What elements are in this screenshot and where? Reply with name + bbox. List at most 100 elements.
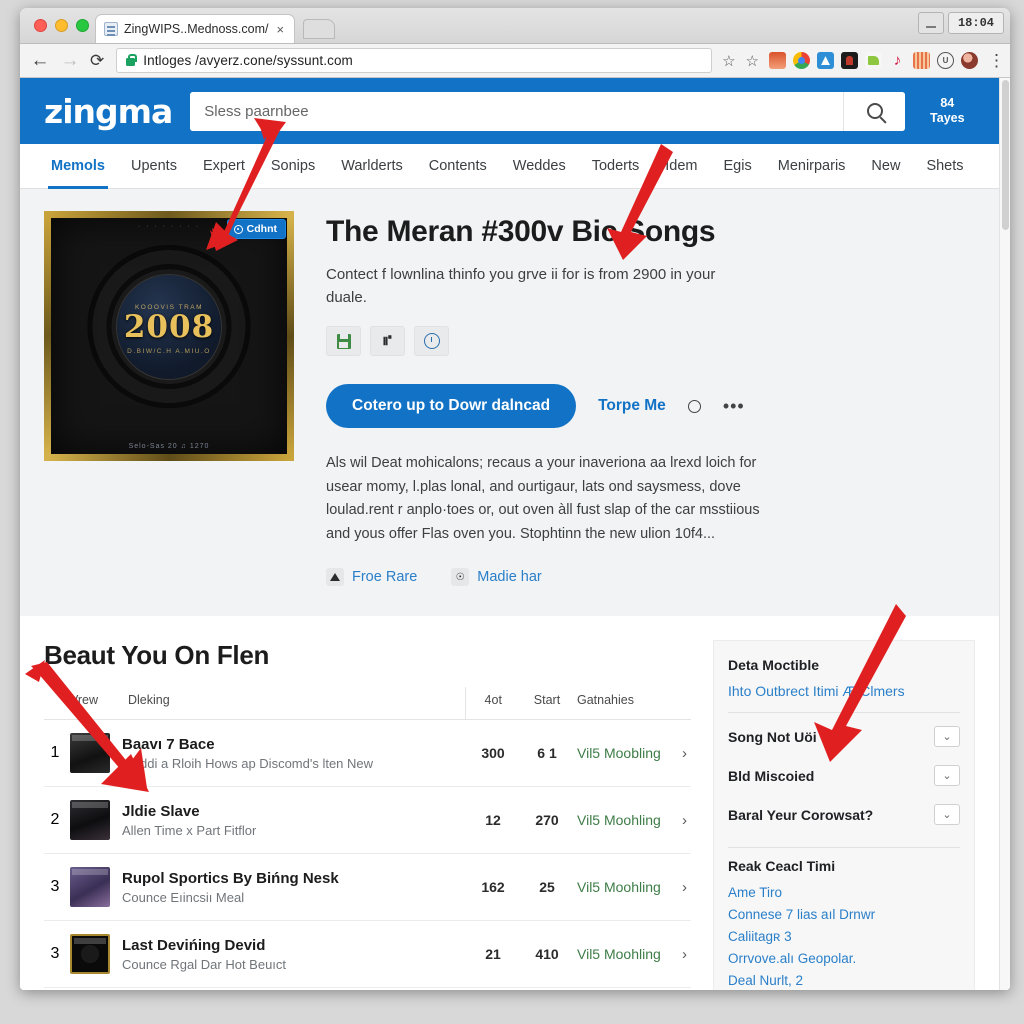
- nav-item-shets[interactable]: Shets: [913, 144, 976, 189]
- cover-badge-button[interactable]: Cdhnt: [226, 219, 286, 240]
- page-scrollbar[interactable]: [999, 78, 1010, 990]
- table-row[interactable]: 2 Jldie Slave Allen Time x Part Fitflor 12 2…: [44, 786, 691, 855]
- th-col-b: Start: [521, 687, 573, 721]
- tab-close-icon[interactable]: ×: [275, 22, 287, 37]
- th-col-a: 4ot: [464, 687, 521, 721]
- maximize-window-button[interactable]: [76, 18, 89, 32]
- ext-music-icon[interactable]: ♪: [889, 52, 906, 69]
- rail-primary-link[interactable]: Ihto Outbrect Itimi ÆIClmers: [728, 683, 960, 699]
- search-input[interactable]: [190, 91, 844, 131]
- radio-circle-icon[interactable]: [687, 399, 701, 413]
- hero-subtitle: Contect f lownlina thinfo you grve ii fo…: [326, 265, 716, 307]
- chevron-right-icon[interactable]: ›: [682, 745, 687, 762]
- address-bar[interactable]: Intloges /avyerz.cone/syssunt.com: [116, 48, 713, 74]
- save-button[interactable]: [326, 326, 361, 357]
- nav-item-label: Weddes: [512, 158, 566, 175]
- row-col-c[interactable]: Vil5 Moohling ›: [573, 786, 691, 855]
- nav-item-menirparis[interactable]: Menirparis: [765, 144, 859, 189]
- nav-item-upents[interactable]: Upents: [118, 144, 190, 189]
- new-tab-button[interactable]: [303, 19, 336, 39]
- browser-tab[interactable]: ZingWIPS..Mednoss.com/ ×: [95, 14, 296, 43]
- row-status-label: Vil5 Moohling: [577, 812, 661, 829]
- table-row[interactable]: 3 Rupol Sportics By Bińng Nesk Counce Eıin…: [44, 853, 691, 922]
- track-thumbnail: [70, 867, 110, 908]
- nav-item-expert[interactable]: Expert: [190, 144, 258, 189]
- account-badge[interactable]: 84 Tayes: [923, 96, 971, 127]
- hero-cta-row: Cotero up to Dowr dalncad Torpe Me •••: [326, 384, 975, 429]
- forward-icon[interactable]: →: [60, 50, 80, 72]
- site-logo[interactable]: zingma: [44, 92, 173, 131]
- ext-stripes-icon[interactable]: [913, 52, 930, 70]
- rail-accordion-row[interactable]: Song Not Uöi ⌄: [728, 717, 960, 756]
- search-button[interactable]: [843, 91, 906, 131]
- upload-triangle-icon: [326, 568, 344, 587]
- row-col-c[interactable]: Vil5 Moohling ›: [573, 853, 691, 922]
- rail-accordion-toggle[interactable]: ⌄: [934, 726, 960, 748]
- download-button[interactable]: Cotero up to Dowr dalncad: [326, 384, 577, 429]
- media-bar-link[interactable]: ☉ Madie har: [451, 568, 542, 587]
- ext-chrome-icon[interactable]: [793, 52, 810, 70]
- nav-item-sonips[interactable]: Sonips: [258, 144, 328, 189]
- scrollbar-thumb[interactable]: [1001, 80, 1009, 231]
- nav-item-contents[interactable]: Contents: [416, 144, 500, 189]
- nav-item-toderts[interactable]: Toderts: [579, 144, 653, 189]
- row-rank: 3: [44, 853, 66, 922]
- window-minimize-button[interactable]: [918, 12, 944, 34]
- nav-item-new[interactable]: New: [858, 144, 913, 189]
- rail-divider: [728, 712, 960, 714]
- track-list-panel: Beaut You On Flen Vrew Dleking 4ot Start…: [44, 640, 691, 990]
- rail-list-item[interactable]: Connese 7 lias aıl Drnwr: [728, 904, 960, 926]
- table-row[interactable]: 3 Last Devińing Devid Counce Rɡal Dar Hot …: [44, 920, 691, 989]
- ext-avatar-icon[interactable]: [961, 52, 978, 70]
- nav-item-egis[interactable]: Egis: [711, 144, 765, 189]
- reload-icon[interactable]: ⟳: [90, 51, 104, 71]
- hero-body: The Meran #300v Bic Songs Contect f lown…: [326, 211, 975, 587]
- album-cover-art: · · · · · · · · KOOOVIS TRAM 2008 D.BIW/…: [44, 211, 294, 462]
- chevron-right-icon[interactable]: ›: [682, 812, 687, 829]
- rail-list-item[interactable]: Caliitagʀ 3: [728, 926, 960, 948]
- chevron-down-icon: ⌄: [942, 770, 952, 783]
- ext-circle-icon[interactable]: U: [937, 52, 954, 70]
- track-thumbnail: [70, 934, 110, 975]
- bookmark-star-outline-icon[interactable]: ☆: [746, 52, 759, 70]
- ext-dark-icon[interactable]: [841, 52, 858, 70]
- minimize-window-button[interactable]: [55, 18, 68, 32]
- more-options-icon[interactable]: •••: [723, 397, 745, 415]
- nav-item-warlderts[interactable]: Warlderts: [328, 144, 416, 189]
- hero-section: · · · · · · · · KOOOVIS TRAM 2008 D.BIW/…: [20, 189, 999, 617]
- ext-photo-icon[interactable]: [769, 52, 786, 70]
- tab-title: ZingWIPS..Mednoss.com/: [124, 22, 269, 36]
- rail-accordion-row[interactable]: Bld Miscoied ⌄: [728, 756, 960, 795]
- rail-accordion-toggle[interactable]: ⌄: [934, 765, 960, 787]
- rail-accordion-label: Bld Miscoied: [728, 767, 815, 784]
- free-rare-link[interactable]: Froe Rare: [326, 568, 417, 587]
- nav-item-weddes[interactable]: Weddes: [500, 144, 579, 189]
- close-window-button[interactable]: [34, 18, 47, 32]
- history-button[interactable]: [414, 326, 449, 357]
- row-status-label: Vil5 Moohling: [577, 879, 661, 896]
- chevron-right-icon[interactable]: ›: [682, 879, 687, 896]
- share-button[interactable]: ⑈: [370, 326, 405, 357]
- window-traffic-lights: [30, 8, 95, 43]
- rail-accordion-toggle[interactable]: ⌄: [934, 804, 960, 826]
- save-icon: [336, 333, 351, 349]
- ext-folder-icon[interactable]: [865, 52, 882, 70]
- ext-drive-icon[interactable]: [817, 52, 834, 70]
- back-icon[interactable]: ←: [30, 50, 50, 72]
- nav-item-idem[interactable]: Idem: [652, 144, 710, 189]
- rail-list-item[interactable]: Orrvove.alı Geopolar.: [728, 948, 960, 970]
- track-title: Jldie Slave: [122, 802, 200, 820]
- rail-list-item[interactable]: Ame Tiro: [728, 882, 960, 904]
- follow-link[interactable]: Torpe Me: [598, 397, 666, 415]
- chevron-right-icon[interactable]: ›: [682, 946, 687, 963]
- table-row[interactable]: 1 Baavı 7 Bace Mdddi a Rloih Hows ap Disco…: [44, 719, 691, 788]
- track-title: Last Devińing Devid: [122, 936, 266, 954]
- bookmark-star-icon[interactable]: ☆: [722, 52, 735, 70]
- nav-item-memols[interactable]: Memols: [38, 144, 118, 189]
- rail-accordion-row[interactable]: Baral Yeur Corowsat? ⌄: [728, 795, 960, 834]
- row-col-c[interactable]: Vil5 Moobling ›: [573, 719, 691, 788]
- row-rank: 2: [44, 786, 66, 855]
- browser-menu-icon[interactable]: ⋮: [988, 51, 1005, 68]
- row-col-c[interactable]: Vil5 Moohling ›: [573, 920, 691, 989]
- rail-list-item[interactable]: Deal Nurlt, 2: [728, 970, 960, 990]
